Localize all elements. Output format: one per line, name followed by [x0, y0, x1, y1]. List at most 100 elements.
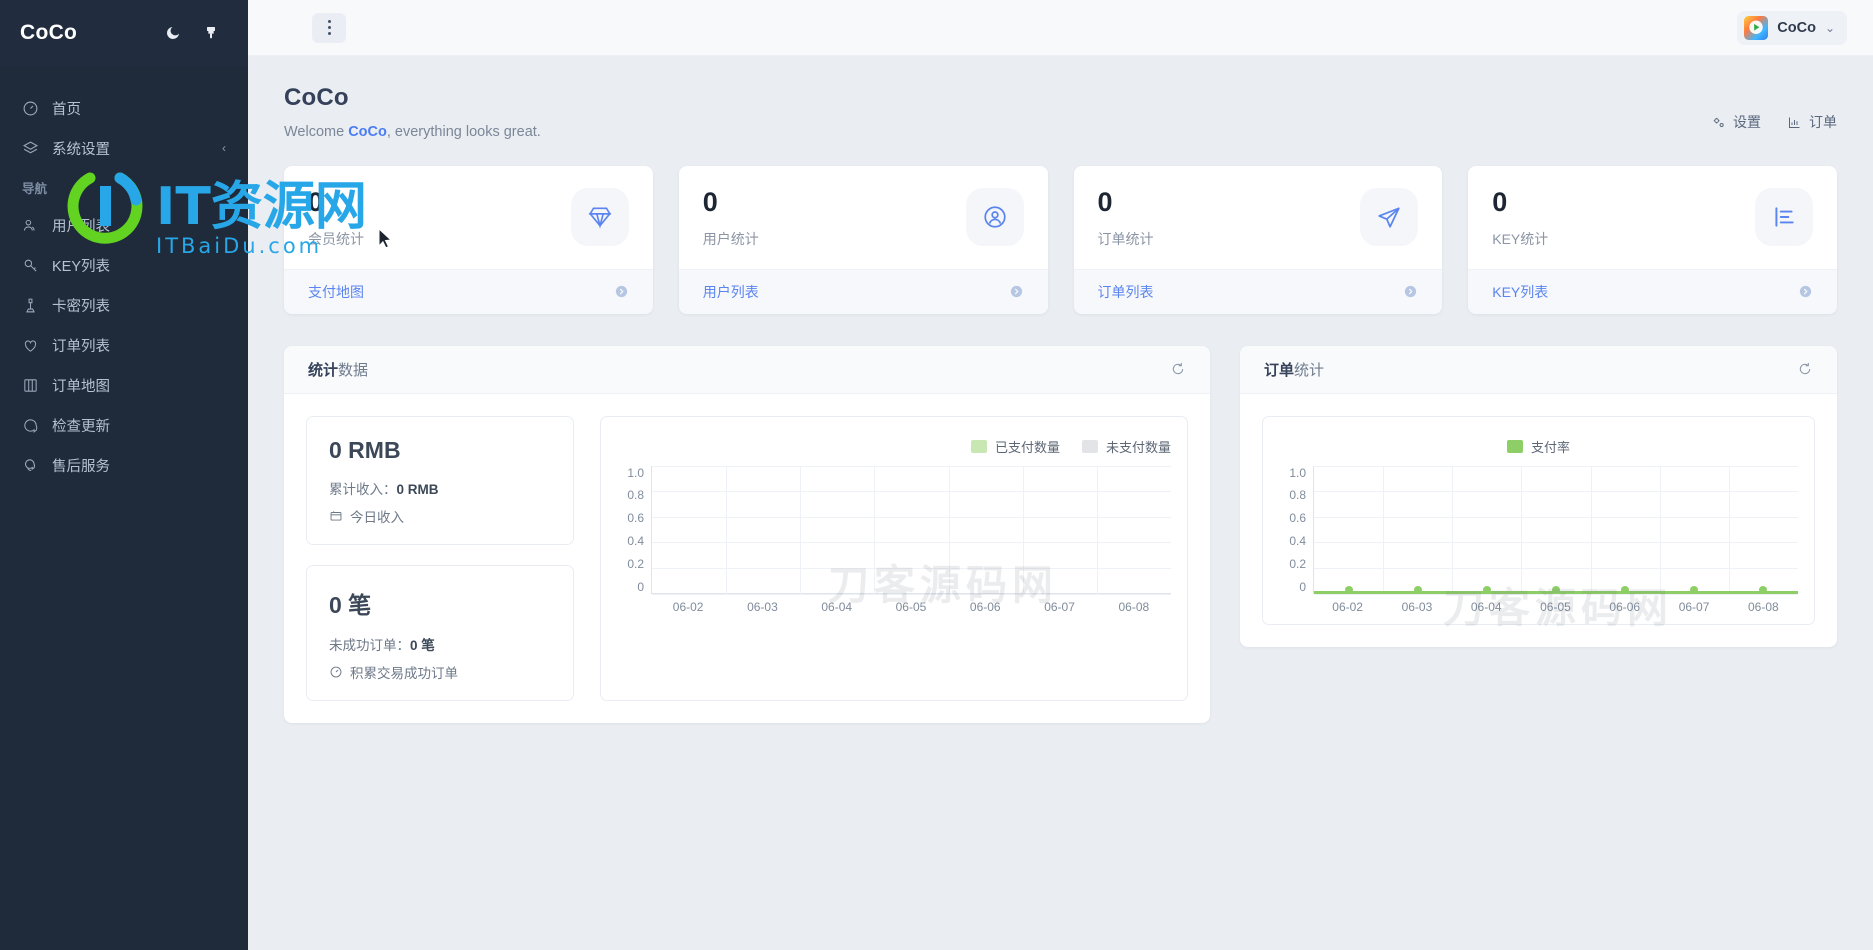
income-subtotal: 累计收入：0 RMB — [329, 478, 551, 498]
sidebar-item-home[interactable]: 首页 — [0, 88, 248, 128]
page-title: CoCo — [284, 84, 349, 111]
sidebar-nav: 首页 系统设置 ‹ 导航 用户列表 KEY列表 卡密列表 订单列表 订单地图 检… — [0, 66, 248, 485]
legend-label: 支付率 — [1530, 439, 1570, 455]
stat-card-body: 0 用户统计 — [679, 166, 1048, 269]
income-footer-label: 今日收入 — [350, 509, 404, 525]
legend-swatch — [1506, 439, 1523, 453]
stat-value: 0 — [1492, 187, 1508, 217]
welcome-prefix: Welcome — [284, 124, 349, 140]
stat-card-footer-link-member[interactable]: 支付地图 — [284, 268, 653, 314]
x-tick-label: 06-03 — [1401, 599, 1433, 614]
support-icon — [22, 457, 39, 474]
sidebar: CoCo 首页 系统设置 ‹ 导航 用户列表 KEY列表 卡密列表 订单列表 订… — [0, 0, 248, 950]
grid-line-vertical — [800, 465, 802, 594]
stat-value: 0 — [308, 187, 324, 217]
sidebar-item-card-list[interactable]: 卡密列表 — [0, 285, 248, 325]
stat-value: 0 — [1097, 187, 1113, 217]
grid-line-vertical — [874, 465, 876, 594]
chart-plot: 1.0 0.8 0.6 0.4 0.2 0 — [1279, 465, 1798, 595]
x-tick-label: 06-08 — [1118, 599, 1150, 614]
welcome-username: CoCo — [348, 124, 387, 140]
page-content: CoCo Welcome CoCo, everything looks grea… — [248, 56, 1873, 950]
y-tick-label: 0.6 — [627, 511, 644, 526]
grid-line-vertical — [948, 465, 950, 594]
y-tick-label: 0.8 — [627, 488, 644, 503]
chart-plot-area — [651, 465, 1171, 595]
grid-line-vertical — [1659, 465, 1661, 594]
grid-line-horizontal — [1314, 465, 1798, 467]
panel-header: 订单统计 — [1240, 345, 1837, 394]
sidebar-item-user-list[interactable]: 用户列表 — [0, 205, 248, 245]
calendar-icon — [330, 511, 342, 521]
y-tick-label: 0.6 — [1289, 511, 1306, 526]
refresh-button[interactable] — [1797, 361, 1813, 377]
skin-settings-button[interactable] — [194, 16, 228, 50]
x-tick-label: 06-05 — [1540, 599, 1571, 614]
panel-body: 支付率 1.0 0.8 0.6 0.4 0.2 0 06-02 06-03 06-04 06-0… — [1240, 394, 1837, 647]
arrow-right-circle-icon — [1403, 284, 1418, 299]
grid-line-vertical — [1096, 465, 1098, 594]
sidebar-item-check-update[interactable]: 检查更新 — [0, 405, 248, 445]
series-data-point[interactable] — [1482, 585, 1491, 594]
welcome-suffix: , everything looks great. — [386, 124, 541, 140]
sidebar-item-label: 首页 — [52, 101, 81, 118]
stat-card-footer-link-order[interactable]: 订单列表 — [1073, 268, 1443, 314]
stat-footer-label: 支付地图 — [308, 283, 364, 300]
x-tick-label: 06-06 — [1609, 599, 1641, 614]
legend-item[interactable]: 已支付数量 — [970, 437, 1060, 456]
sidebar-item-key-list[interactable]: KEY列表 — [0, 245, 248, 285]
chart-x-axis: 06-02 06-03 06-04 06-05 06-06 06-07 06-08 — [1279, 600, 1798, 614]
chart-plot-area — [1313, 465, 1798, 595]
bar-chart-icon — [1755, 188, 1813, 246]
message-icon — [22, 417, 39, 434]
grid-line-vertical — [726, 465, 728, 594]
tencent-video-avatar — [1744, 15, 1769, 40]
income-subtotal-label: 累计收入： — [329, 481, 397, 497]
orders-value: 0 笔 — [329, 591, 372, 618]
x-tick-label: 06-04 — [1470, 599, 1502, 614]
settings-action-button[interactable]: 设置 — [1711, 112, 1761, 132]
chevron-down-icon: ⌄ — [1824, 20, 1835, 35]
dashboard-icon — [22, 100, 39, 117]
legend-item[interactable]: 未支付数量 — [1081, 437, 1171, 456]
refresh-button[interactable] — [1170, 361, 1186, 377]
chart-legend: 支付率 — [1279, 431, 1798, 466]
income-footer: 今日收入 — [329, 506, 551, 526]
y-tick-label: 0.8 — [1289, 488, 1306, 503]
y-tick-label: 0 — [1299, 579, 1306, 594]
sidebar-item-order-map[interactable]: 订单地图 — [0, 365, 248, 405]
income-value: 0 RMB — [329, 436, 401, 463]
series-data-point[interactable] — [1690, 585, 1699, 594]
theme-toggle-button[interactable] — [156, 16, 190, 50]
key-icon — [22, 257, 39, 274]
x-tick-label: 06-02 — [672, 599, 704, 614]
series-data-point[interactable] — [1552, 585, 1560, 594]
grid-line-horizontal — [1314, 516, 1798, 518]
series-data-point[interactable] — [1413, 585, 1422, 594]
y-tick-label: 0.2 — [627, 556, 644, 571]
sidebar-item-after-sales[interactable]: 售后服务 — [0, 445, 248, 485]
grid-line-horizontal — [1314, 491, 1798, 493]
stat-card-footer-link-key[interactable]: KEY列表 — [1468, 268, 1837, 314]
series-data-point[interactable] — [1344, 585, 1353, 594]
stat-footer-label: 订单列表 — [1097, 283, 1154, 300]
series-data-point[interactable] — [1759, 585, 1768, 594]
income-subtotal-value: 0 RMB — [396, 481, 439, 497]
chart-y-axis: 1.0 0.8 0.6 0.4 0.2 0 — [1279, 466, 1313, 594]
stat-card-footer-link-user[interactable]: 用户列表 — [678, 268, 1048, 314]
stat-card-text: 0 KEY统计 — [1492, 187, 1548, 249]
user-menu-button[interactable]: CoCo ⌄ — [1737, 10, 1847, 45]
panel-title-light: 统计 — [1294, 361, 1325, 379]
series-data-point[interactable] — [1621, 585, 1630, 594]
arrow-right-circle-icon — [1798, 284, 1813, 299]
orders-action-button[interactable]: 订单 — [1787, 112, 1837, 132]
chart-x-axis: 06-02 06-03 06-04 06-05 06-06 06-07 06-08 — [617, 600, 1171, 614]
legend-item[interactable]: 支付率 — [1506, 437, 1570, 456]
stat-footer-label: KEY列表 — [1492, 283, 1549, 300]
kebab-menu-button[interactable] — [312, 12, 346, 43]
sidebar-item-system-settings[interactable]: 系统设置 ‹ — [0, 128, 248, 168]
panel-title: 统计数据 — [308, 359, 368, 380]
y-tick-label: 1.0 — [627, 465, 644, 480]
legend-swatch — [970, 439, 987, 453]
sidebar-item-order-list[interactable]: 订单列表 — [0, 325, 248, 365]
